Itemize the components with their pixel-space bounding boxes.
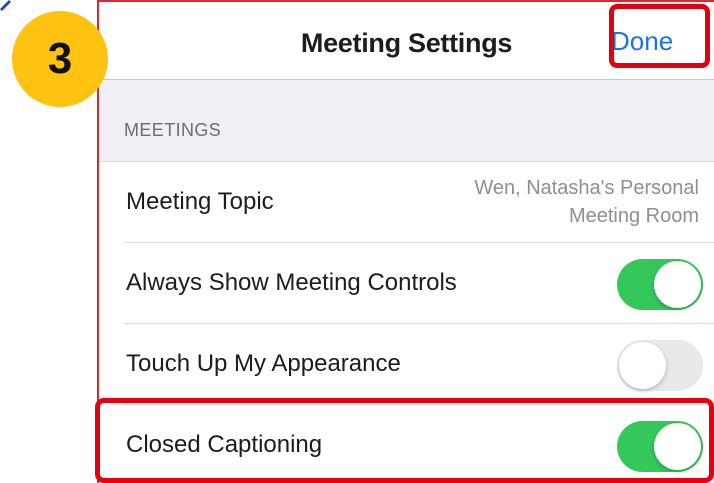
touch-up-appearance-label: Touch Up My Appearance xyxy=(126,350,401,377)
toggle-knob xyxy=(619,342,666,389)
section-header-meetings: MEETINGS xyxy=(99,80,714,162)
setting-row-meeting-topic[interactable]: Meeting Topic Wen, Natasha's Personal Me… xyxy=(99,162,714,243)
meeting-topic-value-line1: Wen, Natasha's Personal xyxy=(474,177,699,199)
done-highlight-box xyxy=(609,4,710,68)
touch-up-appearance-toggle[interactable] xyxy=(617,340,703,391)
toggle-knob xyxy=(654,261,701,308)
meeting-topic-value: Wen, Natasha's Personal Meeting Room xyxy=(399,174,699,230)
meeting-topic-label: Meeting Topic xyxy=(126,188,274,215)
closed-captioning-highlight-box xyxy=(95,398,714,483)
section-title: MEETINGS xyxy=(124,120,222,140)
setting-row-touch-up-appearance: Touch Up My Appearance xyxy=(99,324,714,405)
corner-arrow-mark xyxy=(0,0,11,11)
meeting-topic-value-line2: Meeting Room xyxy=(568,205,699,227)
step-number-badge: 3 xyxy=(12,11,108,107)
always-show-controls-toggle[interactable] xyxy=(617,259,703,310)
setting-row-always-show-controls: Always Show Meeting Controls xyxy=(99,243,714,324)
always-show-controls-label: Always Show Meeting Controls xyxy=(126,269,457,296)
